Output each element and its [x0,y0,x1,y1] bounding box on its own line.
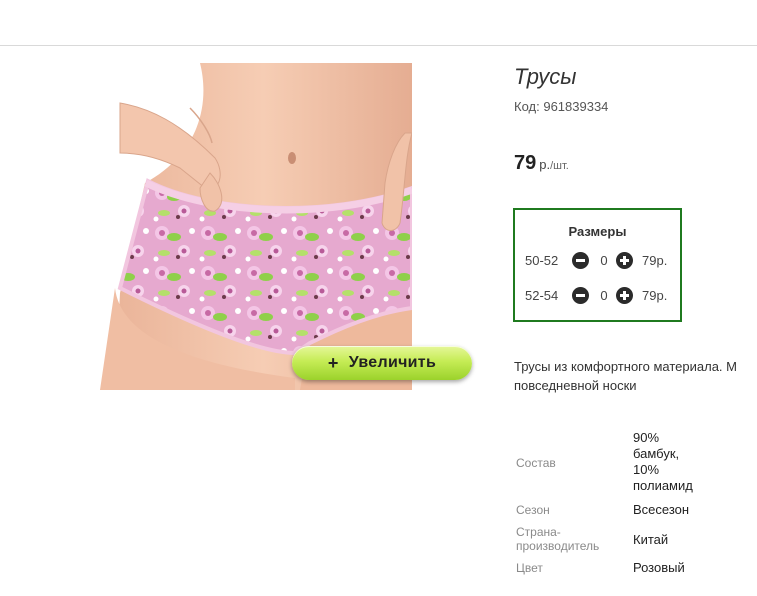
spec-row-country: Страна- производитель Китай [516,520,757,558]
spec-value-line: Всесезон [633,502,690,517]
product-title: Трусы [514,64,577,89]
spec-label: Состав [516,456,626,470]
spec-label-line: Цвет [516,561,543,575]
product-photo-illustration [100,63,412,390]
size-price: 79р. [642,253,668,268]
spec-value-line: 90% [633,430,660,445]
spec-value: Розовый [633,560,743,576]
price-value: 79 [514,152,537,174]
minus-icon[interactable] [572,287,589,304]
quantity-value: 0 [600,288,608,303]
product-description: Трусы из комфортного материала. М повсед… [514,357,757,395]
spec-row-season: Сезон Всесезон [516,500,757,520]
size-price: 79р. [642,288,668,303]
product-code: Код: 961839334 [514,99,608,114]
description-line: повседневной носки [514,378,637,393]
spec-label-line: производитель [516,539,600,553]
spec-value-line: бамбук, [633,446,680,461]
sizes-box: Размеры 50-52 0 79р. 52-54 0 79р. [513,208,682,322]
size-label: 52-54 [525,288,559,303]
price-unit: р. [539,157,551,172]
specs-table: Состав 90% бамбук, 10% полиамид Сезон Вс… [516,428,757,578]
spec-label-line: Страна- [516,525,561,539]
top-divider [0,45,757,46]
product-code-label: Код: [514,99,540,114]
zoom-button[interactable]: + Увеличить [292,346,472,380]
plus-circle-icon[interactable] [616,287,633,304]
spec-label: Страна- производитель [516,525,626,553]
spec-value-line: 10% [633,462,660,477]
price-unit-per: /шт. [550,160,569,172]
plus-circle-icon[interactable] [616,252,633,269]
size-label: 50-52 [525,253,559,268]
spec-label-line: Состав [516,456,556,470]
plus-icon: + [327,352,339,373]
spec-value: 90% бамбук, 10% полиамид [633,430,743,494]
size-row: 50-52 0 79р. [525,251,675,271]
spec-value-line: Китай [633,532,669,547]
spec-row-composition: Состав 90% бамбук, 10% полиамид [516,428,757,500]
spec-value-line: полиамид [633,478,693,493]
description-line: Трусы из комфортного материала. М [514,359,737,374]
product-code-value: 961839334 [543,99,609,114]
spec-label: Цвет [516,561,626,575]
spec-value-line: Розовый [633,560,685,575]
quantity-value: 0 [600,253,608,268]
spec-label-line: Сезон [516,503,550,517]
spec-row-color: Цвет Розовый [516,558,757,578]
sizes-title: Размеры [568,224,627,239]
size-row: 52-54 0 79р. [525,286,675,306]
minus-icon[interactable] [572,252,589,269]
spec-label: Сезон [516,503,626,517]
zoom-button-label: Увеличить [348,354,437,371]
spec-value: Китай [633,532,743,548]
spec-value: Всесезон [633,502,743,518]
product-image[interactable] [60,63,412,390]
product-price: 79 р./шт. [514,152,569,175]
